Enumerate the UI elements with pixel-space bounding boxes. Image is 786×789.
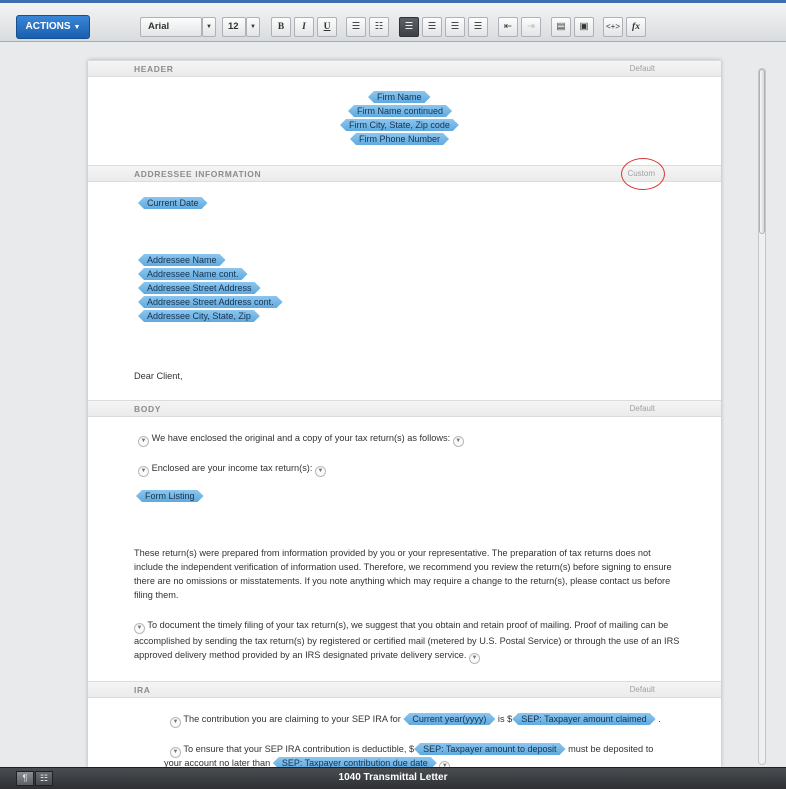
field-sep-amount-claimed[interactable]: SEP: Taxpayer amount claimed <box>512 713 655 725</box>
align-justify-icon[interactable]: ☰ <box>468 17 488 37</box>
chevron-down-icon: ▼ <box>73 24 81 31</box>
align-left-icon[interactable]: ☰ <box>399 17 419 37</box>
body-paragraph-preparation[interactable]: These return(s) were prepared from infor… <box>134 546 680 602</box>
numbered-list-icon[interactable]: ☷ <box>369 17 389 37</box>
ira-text: . <box>658 714 661 724</box>
field-addressee-name[interactable]: Addressee Name <box>138 254 226 266</box>
body-paragraph-proof-of-mailing[interactable]: ▼ To document the timely filing of your … <box>134 618 680 664</box>
section-title: IRA <box>134 685 151 695</box>
insert-image-icon[interactable]: ▣ <box>574 17 594 37</box>
field-firm-phone[interactable]: Firm Phone Number <box>350 133 449 145</box>
field-addressee-street[interactable]: Addressee Street Address <box>138 282 261 294</box>
ira-text: To ensure that your SEP IRA contribution… <box>183 744 415 754</box>
section-mode[interactable]: Default <box>630 64 655 73</box>
underline-button[interactable]: U <box>317 17 337 37</box>
bottom-status-bar: ¶ ☷ 1040 Transmittal Letter <box>0 767 786 789</box>
body-line-enclosed-returns[interactable]: ▼ Enclosed are your income tax return(s)… <box>138 461 326 477</box>
paragraph-dropdown-icon[interactable]: ▼ <box>138 466 149 477</box>
outdent-icon[interactable]: ⇤ <box>498 17 518 37</box>
function-button[interactable]: fx <box>626 17 646 37</box>
field-sep-amount-deposit[interactable]: SEP: Taxpayer amount to deposit <box>414 743 565 755</box>
paragraph-dropdown-icon[interactable]: ▼ <box>138 436 149 447</box>
bullet-list-icon[interactable]: ☰ <box>346 17 366 37</box>
ira-text: is $ <box>497 714 513 724</box>
field-firm-city[interactable]: Firm City, State, Zip code <box>340 119 459 131</box>
section-title: ADDRESSEE INFORMATION <box>134 169 262 179</box>
field-addressee-city[interactable]: Addressee City, State, Zip <box>138 310 260 322</box>
paragraph-dropdown-icon[interactable]: ▼ <box>314 466 326 477</box>
field-form-listing[interactable]: Form Listing <box>136 490 204 502</box>
vertical-scrollbar[interactable] <box>758 68 766 765</box>
ira-text: The contribution you are claiming to you… <box>183 714 401 724</box>
font-family-dropdown[interactable]: ▼ <box>202 17 216 37</box>
top-toolbar: ACTIONS ▼ Arial ▼ 12 ▼ B I U ☰ ☷ ☰ ☰ ☰ ☰ … <box>0 0 786 42</box>
align-right-icon[interactable]: ☰ <box>445 17 465 37</box>
paragraph-dropdown-icon[interactable]: ▼ <box>452 436 464 447</box>
body-line-text: We have enclosed the original and a copy… <box>151 433 451 443</box>
body-paragraph-text: To document the timely filing of your ta… <box>134 620 680 660</box>
section-mode[interactable]: Default <box>630 404 655 413</box>
section-header-bar[interactable]: HEADER Default <box>88 60 721 77</box>
highlight-circle <box>621 158 665 190</box>
insert-table-icon[interactable]: ▤ <box>551 17 571 37</box>
document-title: 1040 Transmittal Letter <box>338 772 448 783</box>
section-title: HEADER <box>134 64 174 74</box>
indent-icon[interactable]: ⇥ <box>521 17 541 37</box>
section-addressee-bar[interactable]: ADDRESSEE INFORMATION Custom <box>88 158 721 190</box>
field-firm-name[interactable]: Firm Name <box>368 91 431 103</box>
font-size-dropdown[interactable]: ▼ <box>246 17 260 37</box>
align-center-icon[interactable]: ☰ <box>422 17 442 37</box>
bold-button[interactable]: B <box>271 17 291 37</box>
body-line-enclosed-original[interactable]: ▼ We have enclosed the original and a co… <box>138 431 464 447</box>
field-current-year[interactable]: Current year(yyyy) <box>403 713 495 725</box>
ira-text: your account no later than <box>164 758 271 767</box>
section-body-bar[interactable]: BODY Default <box>88 400 721 417</box>
field-addressee-street-cont[interactable]: Addressee Street Address cont. <box>138 296 283 308</box>
field-addressee-name-cont[interactable]: Addressee Name cont. <box>138 268 248 280</box>
body-line-text: Enclosed are your income tax return(s): <box>151 463 313 473</box>
paragraph-dropdown-icon[interactable]: ▼ <box>469 653 481 664</box>
actions-label: ACTIONS <box>25 21 71 32</box>
section-mode[interactable]: Default <box>630 685 655 694</box>
ira-line-due-date[interactable]: your account no later than SEP: Taxpayer… <box>164 756 451 767</box>
italic-button[interactable]: I <box>294 17 314 37</box>
ira-text: must be deposited to <box>568 744 654 754</box>
font-family-select[interactable]: Arial <box>140 17 202 37</box>
section-title: BODY <box>134 404 161 414</box>
paragraph-dropdown-icon[interactable]: ▼ <box>170 717 181 728</box>
font-size-select[interactable]: 12 <box>222 17 246 37</box>
ira-line-contribution[interactable]: ▼ The contribution you are claiming to y… <box>170 712 661 728</box>
scrollbar-thumb[interactable] <box>759 69 765 234</box>
font-size-value: 12 <box>228 21 239 32</box>
section-ira-bar[interactable]: IRA Default <box>88 681 721 698</box>
document-page: HEADER Default Firm Name Firm Name conti… <box>88 60 721 767</box>
field-current-date[interactable]: Current Date <box>138 197 208 209</box>
salutation[interactable]: Dear Client, <box>134 369 183 383</box>
paragraph-dropdown-icon[interactable]: ▼ <box>134 623 145 634</box>
font-family-value: Arial <box>148 21 170 32</box>
field-firm-name-cont[interactable]: Firm Name continued <box>348 105 452 117</box>
actions-button[interactable]: ACTIONS ▼ <box>16 15 90 39</box>
field-sep-due-date[interactable]: SEP: Taxpayer contribution due date <box>273 757 437 767</box>
code-button[interactable]: <+> <box>603 17 623 37</box>
